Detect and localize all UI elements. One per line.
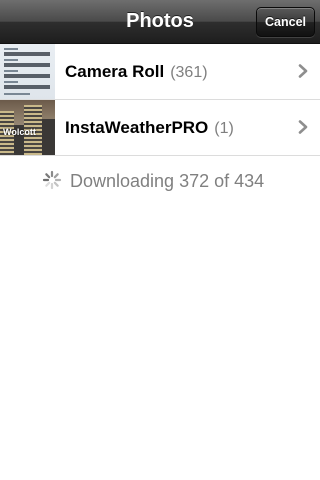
album-title: Camera Roll [65,62,165,81]
album-name: InstaWeatherPRO (1) [65,100,234,155]
navigation-bar: Photos Cancel [0,0,320,44]
status-text: Downloading 372 of 434 [70,171,265,191]
chevron-right-icon [298,64,308,78]
album-title: InstaWeatherPRO [65,118,209,137]
album-row-instaweatherpro[interactable]: Wolcott InstaWeatherPRO (1) [0,100,320,156]
thumbnail-caption: Wolcott [3,127,36,137]
instaweather-thumbnail: Wolcott [0,100,55,155]
album-count: (1) [214,120,234,137]
camera-roll-thumbnail [0,44,55,99]
chevron-right-icon [298,120,308,134]
spinner-icon [42,170,62,190]
album-list: Camera Roll (361) Wolcott InstaWeatherPRO… [0,44,320,156]
album-name: Camera Roll (361) [65,44,208,99]
album-count: (361) [170,64,208,81]
download-status: Downloading 372 of 434 [0,156,320,206]
album-row-camera-roll[interactable]: Camera Roll (361) [0,44,320,100]
cancel-button[interactable]: Cancel [256,7,315,37]
